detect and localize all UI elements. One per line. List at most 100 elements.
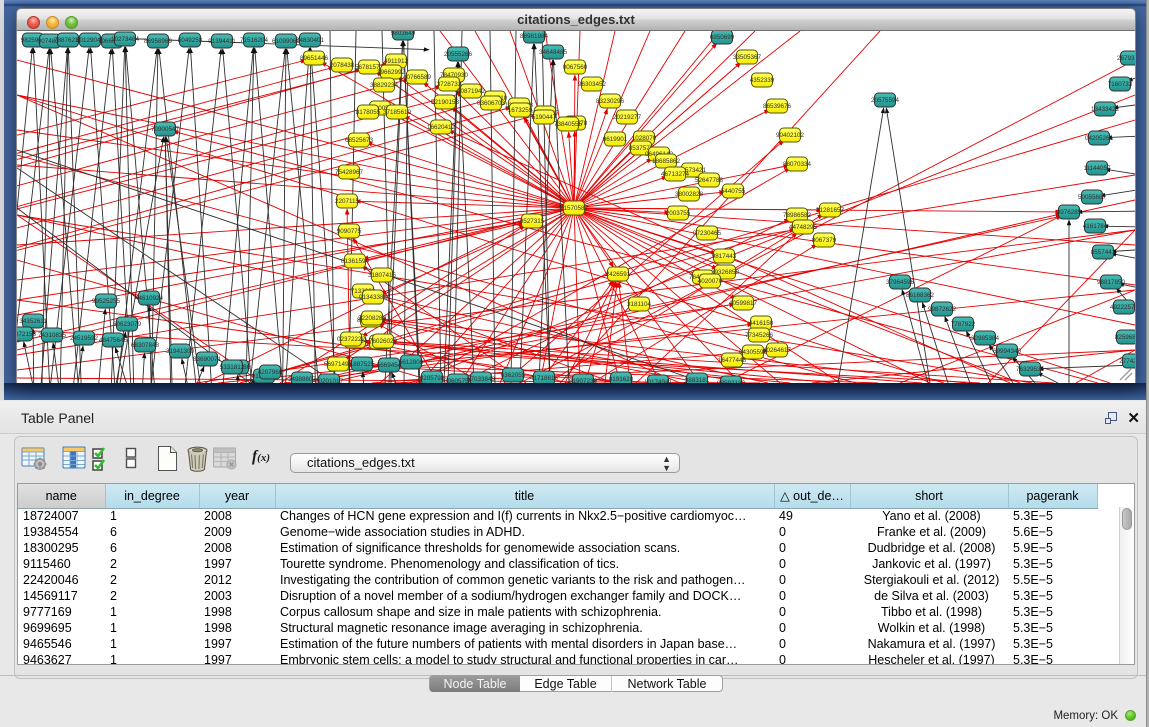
svg-text:31941300: 31941300 bbox=[166, 348, 195, 355]
svg-text:8178055: 8178055 bbox=[356, 109, 381, 116]
svg-text:71570587: 71570587 bbox=[560, 205, 589, 212]
svg-text:0619901: 0619901 bbox=[603, 136, 628, 143]
svg-text:77345266: 77345266 bbox=[745, 332, 774, 339]
svg-text:8259684: 8259684 bbox=[1115, 334, 1135, 341]
svg-text:68307848: 68307848 bbox=[131, 342, 160, 349]
svg-text:9803649: 9803649 bbox=[391, 31, 416, 37]
svg-text:88070334: 88070334 bbox=[783, 161, 812, 168]
svg-text:2003755: 2003755 bbox=[666, 210, 691, 217]
svg-text:44748295: 44748295 bbox=[789, 224, 818, 231]
svg-text:8067379: 8067379 bbox=[812, 237, 837, 244]
svg-text:86168362: 86168362 bbox=[906, 292, 935, 299]
svg-text:2078438: 2078438 bbox=[330, 62, 355, 69]
svg-text:78986582: 78986582 bbox=[783, 212, 812, 219]
svg-text:13433422: 13433422 bbox=[1091, 106, 1120, 113]
svg-text:9090775: 9090775 bbox=[337, 228, 362, 235]
svg-text:11144057: 11144057 bbox=[1083, 165, 1111, 172]
svg-text:04205261: 04205261 bbox=[1085, 135, 1114, 142]
svg-text:67033849: 67033849 bbox=[467, 376, 496, 383]
svg-text:41718615: 41718615 bbox=[530, 375, 559, 382]
svg-text:55372153: 55372153 bbox=[17, 331, 36, 338]
svg-text:2426591: 2426591 bbox=[606, 271, 631, 278]
svg-text:10174941: 10174941 bbox=[644, 379, 673, 383]
svg-text:4161784: 4161784 bbox=[1083, 223, 1108, 230]
svg-text:38002828: 38002828 bbox=[675, 191, 704, 198]
svg-text:73840555: 73840555 bbox=[554, 121, 583, 128]
svg-text:56971497: 56971497 bbox=[324, 361, 353, 368]
svg-text:3976285: 3976285 bbox=[1057, 209, 1082, 216]
svg-text:01343388: 01343388 bbox=[359, 294, 388, 301]
svg-text:44610924: 44610924 bbox=[135, 295, 164, 302]
svg-text:03606703: 03606703 bbox=[477, 100, 506, 107]
svg-text:40264617: 40264617 bbox=[763, 347, 792, 354]
svg-text:46713274: 46713274 bbox=[661, 171, 690, 178]
svg-text:21281657: 21281657 bbox=[816, 207, 845, 214]
svg-text:74310835: 74310835 bbox=[38, 332, 67, 339]
svg-text:27742112: 27742112 bbox=[1119, 358, 1135, 365]
svg-text:76026022: 76026022 bbox=[369, 338, 398, 345]
svg-text:1673259: 1673259 bbox=[508, 107, 533, 114]
svg-text:3728733: 3728733 bbox=[437, 81, 462, 88]
svg-text:60623079: 60623079 bbox=[113, 321, 142, 328]
svg-text:76329535: 76329535 bbox=[1016, 366, 1045, 373]
svg-text:4416150: 4416150 bbox=[749, 320, 774, 327]
svg-text:8191620: 8191620 bbox=[609, 376, 634, 383]
svg-text:18685862: 18685862 bbox=[652, 158, 681, 165]
svg-text:99525255: 99525255 bbox=[92, 298, 121, 305]
svg-text:96303452: 96303452 bbox=[578, 81, 607, 88]
svg-text:1887525: 1887525 bbox=[350, 361, 375, 368]
svg-text:68525673: 68525673 bbox=[345, 137, 374, 144]
svg-text:5612806: 5612806 bbox=[399, 359, 424, 366]
svg-text:81907236: 81907236 bbox=[569, 378, 598, 383]
svg-text:6950699: 6950699 bbox=[710, 34, 735, 41]
svg-text:32985384: 32985384 bbox=[971, 335, 1000, 342]
svg-text:99872622: 99872622 bbox=[928, 306, 957, 313]
svg-text:98817850: 98817850 bbox=[1097, 279, 1126, 286]
svg-text:9883181: 9883181 bbox=[685, 377, 710, 383]
svg-text:16477448: 16477448 bbox=[718, 357, 747, 364]
svg-text:83690071: 83690071 bbox=[193, 356, 222, 363]
svg-text:16620412: 16620412 bbox=[427, 124, 456, 131]
svg-text:8557441: 8557441 bbox=[1091, 249, 1116, 256]
svg-text:20219277: 20219277 bbox=[613, 114, 642, 121]
svg-text:38829234: 38829234 bbox=[370, 82, 399, 89]
svg-text:34352611: 34352611 bbox=[19, 318, 47, 325]
svg-text:08592132: 08592132 bbox=[717, 380, 746, 383]
svg-text:02372222: 02372222 bbox=[337, 336, 366, 343]
svg-text:24519592: 24519592 bbox=[70, 335, 99, 342]
svg-text:70900547: 70900547 bbox=[151, 126, 180, 133]
svg-text:5331812: 5331812 bbox=[220, 364, 245, 371]
svg-text:86958969: 86958969 bbox=[144, 38, 173, 45]
svg-text:4352339: 4352339 bbox=[750, 77, 775, 84]
svg-text:31807415: 31807415 bbox=[368, 272, 397, 279]
svg-text:7787922: 7787922 bbox=[951, 321, 976, 328]
svg-text:37964596: 37964596 bbox=[886, 279, 915, 286]
svg-text:84830401: 84830401 bbox=[296, 37, 325, 44]
svg-text:50055667: 50055667 bbox=[1078, 194, 1107, 201]
svg-text:5049258: 5049258 bbox=[178, 37, 203, 44]
svg-text:4020070: 4020070 bbox=[698, 278, 723, 285]
svg-text:0527315: 0527315 bbox=[520, 218, 545, 225]
svg-text:4207960: 4207960 bbox=[258, 369, 283, 376]
svg-text:7160733: 7160733 bbox=[1108, 81, 1133, 88]
svg-text:91394411: 91394411 bbox=[208, 38, 236, 45]
svg-text:39662992: 39662992 bbox=[377, 69, 406, 76]
svg-text:07230465: 07230465 bbox=[693, 230, 722, 237]
svg-text:37185619: 37185619 bbox=[383, 109, 412, 116]
svg-text:9817443: 9817443 bbox=[712, 253, 737, 260]
svg-text:90402102: 90402102 bbox=[776, 132, 805, 139]
svg-text:30871942: 30871942 bbox=[457, 88, 486, 95]
svg-text:49222571: 49222571 bbox=[1110, 304, 1135, 311]
svg-text:86981984: 86981984 bbox=[520, 33, 549, 40]
svg-text:40599817: 40599817 bbox=[729, 300, 758, 307]
svg-text:6362055: 6362055 bbox=[501, 372, 526, 379]
svg-text:75428967: 75428967 bbox=[335, 169, 364, 176]
svg-text:40766589: 40766589 bbox=[403, 74, 432, 81]
svg-text:48475646: 48475646 bbox=[99, 337, 128, 344]
svg-text:89651446: 89651446 bbox=[300, 55, 329, 62]
svg-text:33505367: 33505367 bbox=[733, 54, 762, 61]
svg-text:52190153: 52190153 bbox=[431, 99, 460, 106]
svg-text:10273464: 10273464 bbox=[111, 36, 140, 43]
svg-text:01361594: 01361594 bbox=[341, 258, 370, 265]
svg-text:20555266: 20555266 bbox=[444, 51, 473, 58]
